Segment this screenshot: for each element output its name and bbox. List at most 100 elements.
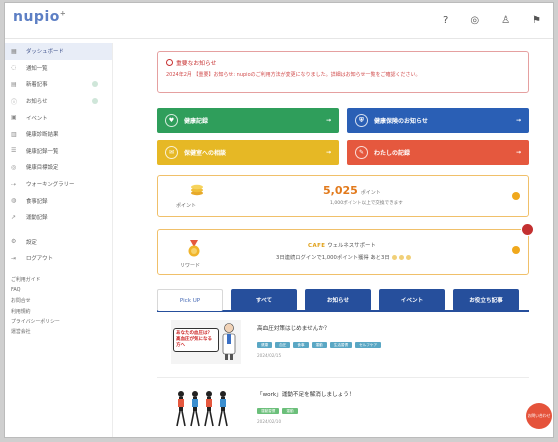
top-bar: nupio+ ? ◎ ♙ ⚑	[5, 3, 553, 39]
sidebar-item-label: 運動記録	[26, 215, 48, 222]
rewards-progress: 3日連続ログインで1,000ポイント獲得 あと3日	[276, 253, 412, 261]
sidebar-item[interactable]: ▤ 新着記事	[5, 76, 112, 93]
tag-chip[interactable]: 生活習慣	[329, 342, 353, 348]
sidebar-item[interactable]: ⇢ ウォーキングラリー	[5, 176, 112, 193]
footer-link[interactable]: FAQ	[5, 285, 112, 295]
alert-title-text: 重要なお知らせ	[176, 61, 217, 67]
flag-icon[interactable]: ⚑	[532, 15, 541, 26]
rewards-label: リワード	[180, 263, 201, 269]
sidebar-separator	[5, 226, 112, 234]
tab-3[interactable]: イベント	[379, 289, 445, 311]
rewards-dot	[392, 255, 398, 260]
sidebar-item-badge	[92, 98, 98, 105]
sidebar-item[interactable]: ⇥ ログアウト	[5, 250, 112, 267]
footer-link[interactable]: ご利用ガイド	[5, 275, 112, 285]
doc-icon: ▤	[11, 80, 17, 88]
article-item[interactable]: 「work」運動不足を解消しましょう！ 運動習慣 運動 2024/02/10	[157, 386, 529, 437]
rewards-dot	[399, 255, 405, 260]
points-number: 5,025	[323, 184, 358, 197]
sidebar-item-label: 新着記事	[26, 82, 48, 89]
heart-icon: ♥	[165, 114, 178, 127]
tab-2[interactable]: お知らせ	[305, 289, 371, 311]
app-window: nupio+ ? ◎ ♙ ⚑ ▦ ダッシュボード ◌ 通知一覧 ▤ 新着記事 ⓘ お知らせ ▣ イ…	[4, 2, 554, 438]
sidebar-item[interactable]: ◍ 食事記録	[5, 192, 112, 209]
rewards-headline: CAFE ウェルネスサポート	[308, 241, 376, 249]
sidebar-item[interactable]: ↗ 運動記録	[5, 209, 112, 226]
sidebar-item-label: イベント	[26, 115, 48, 122]
app-logo[interactable]: nupio+	[13, 9, 66, 25]
info-icon: ⓘ	[11, 98, 18, 106]
tag-chip[interactable]: 運動習慣	[257, 408, 280, 414]
rewards-arrow-icon[interactable]	[512, 246, 520, 254]
footer-link[interactable]: 運営会社	[5, 327, 112, 337]
sidebar-item-label: ダッシュボード	[26, 49, 64, 56]
tag-chip[interactable]: セルフケア	[355, 342, 382, 348]
quick-tile-button[interactable]: ♥ 健康記録 →	[157, 108, 339, 133]
sidebar-item-label: 通知一覧	[26, 65, 48, 72]
sidebar-item[interactable]: ▥ 健康診断結果	[5, 126, 112, 143]
article-title: 「work」運動不足を解消しましょう！	[257, 392, 355, 398]
note-icon: ✎	[355, 146, 368, 159]
points-arrow-icon[interactable]	[512, 192, 520, 200]
logout-icon: ⇥	[11, 254, 17, 262]
article-thumbnail	[171, 386, 241, 430]
contact-fab-button[interactable]: お問い合わせ	[526, 403, 552, 429]
tab-1[interactable]: すべて	[231, 289, 297, 311]
sidebar-item[interactable]: ☰ 健康記録一覧	[5, 143, 112, 160]
sidebar-separator	[5, 267, 112, 275]
quick-tile-button[interactable]: ⛨ 健康保険のお知らせ →	[347, 108, 529, 133]
sidebar-item[interactable]: ◎ 健康目標設定	[5, 159, 112, 176]
sidebar-item[interactable]: ⓘ お知らせ	[5, 93, 112, 110]
logo-mark: +	[59, 9, 67, 18]
rewards-dot	[406, 255, 412, 260]
tab-4[interactable]: お役立ち記事	[453, 289, 519, 311]
article-title: 高血圧対策はじめませんか？	[257, 326, 330, 332]
quick-tiles: ♥ 健康記録 → ⛨ 健康保険のお知らせ → ✉ 保健室への相談 → ✎ わたしの記録 →	[157, 108, 529, 165]
points-unit: ポイント	[360, 190, 381, 196]
quick-tile-label: 保健室への相談	[184, 150, 227, 157]
arrow-right-icon: →	[515, 149, 521, 156]
footer-link[interactable]: お問合せ	[5, 296, 112, 306]
calendar-icon: ▣	[11, 114, 17, 122]
quick-tile-button[interactable]: ✉ 保健室への相談 →	[157, 140, 339, 165]
rewards-card[interactable]: リワード CAFE ウェルネスサポート 3日連続ログインで1,000ポイント獲得…	[157, 223, 534, 275]
main-content: 重要なお知らせ 2024年2月 【重要】お知らせ: nupioのご利用方法が変更…	[157, 51, 534, 437]
tag-chip[interactable]: 運動	[282, 408, 298, 414]
rewards-brand: CAFE	[308, 243, 326, 249]
tag-chip[interactable]: 健康	[257, 342, 273, 348]
sidebar-footer-links: ご利用ガイド FAQ お問合せ 利用規約 プライバシーポリシー 運営会社	[5, 275, 112, 337]
rewards-progress-text: 3日連続ログインで1,000ポイント獲得 あと3日	[276, 255, 390, 261]
rewards-dots	[391, 255, 412, 261]
help-icon[interactable]: ?	[443, 15, 448, 26]
article-item[interactable]: あなたの血圧は？ 高血圧が気になる方へ 高血圧対策はじめませんか？ 健康 血圧 食事…	[157, 320, 529, 378]
quick-tile-button[interactable]: ✎ わたしの記録 →	[347, 140, 529, 165]
rewards-headline-text: ウェルネスサポート	[327, 243, 376, 249]
sidebar-item-label: ウォーキングラリー	[26, 182, 75, 189]
article-thumbnail: あなたの血圧は？ 高血圧が気になる方へ	[171, 320, 241, 364]
sidebar-item-label: 健康診断結果	[26, 132, 59, 139]
important-alert[interactable]: 重要なお知らせ 2024年2月 【重要】お知らせ: nupioのご利用方法が変更…	[157, 51, 529, 93]
exercise-illustration	[176, 391, 228, 427]
target-icon: ◎	[11, 163, 17, 171]
coin-icon	[191, 184, 203, 196]
tab-0[interactable]: Pick UP	[157, 289, 223, 311]
sidebar-item[interactable]: ⚙ 設定	[5, 234, 112, 251]
top-icons: ? ◎ ♙ ⚑	[443, 15, 541, 26]
sidebar-item[interactable]: ▦ ダッシュボード	[5, 43, 112, 60]
tag-chip[interactable]: 食事	[293, 342, 309, 348]
sidebar: ▦ ダッシュボード ◌ 通知一覧 ▤ 新着記事 ⓘ お知らせ ▣ イベント ▥ 健康診断結果 ☰ 健康記録…	[5, 43, 113, 437]
points-value: 5,025 ポイント	[323, 184, 381, 197]
tag-chip[interactable]: 血圧	[275, 342, 291, 348]
footer-link[interactable]: 利用規約	[5, 306, 112, 316]
footer-link[interactable]: プライバシーポリシー	[5, 316, 112, 326]
sidebar-item[interactable]: ◌ 通知一覧	[5, 60, 112, 77]
sidebar-item-label: 食事記録	[26, 198, 48, 205]
sidebar-item[interactable]: ▣ イベント	[5, 109, 112, 126]
globe-icon[interactable]: ◎	[470, 15, 479, 26]
points-card[interactable]: ポイント 5,025 ポイント 1,000ポイント以上で交換できます	[157, 175, 529, 217]
alert-title: 重要なお知らせ	[166, 58, 520, 67]
sidebar-item-label: 設定	[26, 239, 37, 246]
dashboard-icon: ▦	[11, 47, 17, 55]
tag-chip[interactable]: 運動	[311, 342, 327, 348]
user-icon[interactable]: ♙	[501, 15, 510, 26]
